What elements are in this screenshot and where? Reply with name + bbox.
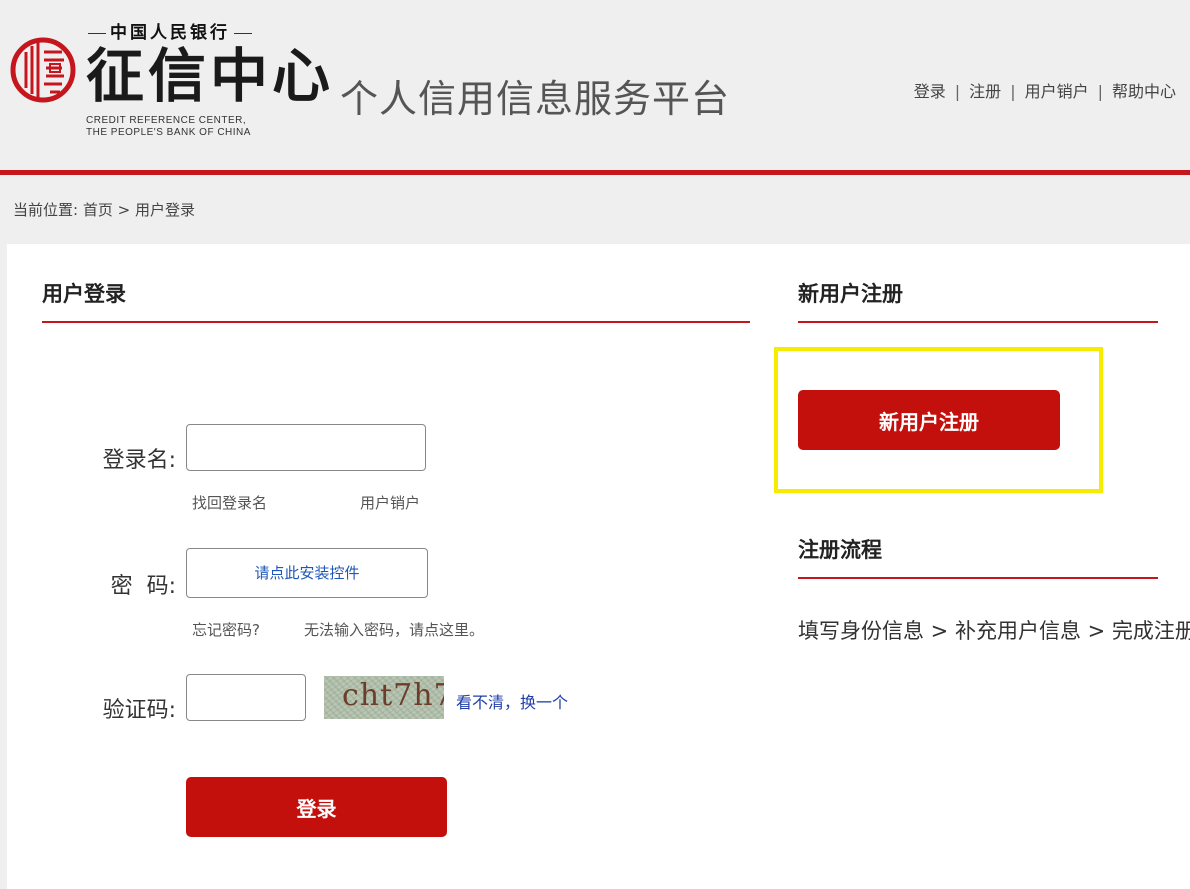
password-label: 密 码: bbox=[110, 574, 176, 599]
new-user-register-button[interactable]: 新用户注册 bbox=[798, 390, 1060, 450]
logo-english-text: CREDIT REFERENCE CENTER, THE PEOPLE'S BA… bbox=[86, 115, 276, 139]
nav-separator: | bbox=[1097, 82, 1103, 101]
login-section-title: 用户登录 bbox=[42, 282, 126, 306]
logo-english-line1: CREDIT REFERENCE CENTER, bbox=[86, 115, 247, 126]
logo-english-line2: THE PEOPLE'S BANK OF CHINA bbox=[86, 127, 251, 138]
breadcrumb-home-link[interactable]: 首页 bbox=[83, 201, 113, 219]
username-label: 登录名: bbox=[102, 448, 176, 473]
login-button[interactable]: 登录 bbox=[186, 777, 447, 837]
breadcrumb: 当前位置: 首页 > 用户登录 bbox=[13, 199, 195, 220]
register-section-title: 新用户注册 bbox=[798, 282, 903, 306]
register-flow-steps: 填写身份信息 > 补充用户信息 > 完成注册 bbox=[798, 619, 1190, 643]
captcha-refresh-link[interactable]: 看不清，换一个 bbox=[456, 689, 568, 713]
nav-help-center-link[interactable]: 帮助中心 bbox=[1112, 82, 1176, 101]
top-nav: 登录 | 注册 | 用户销户 | 帮助中心 bbox=[914, 78, 1176, 102]
register-section-rule bbox=[798, 321, 1158, 323]
logo-top-text: 中国人民银行 bbox=[84, 18, 264, 44]
site-header: 中国人民银行 征信中心 CREDIT REFERENCE CENTER, THE… bbox=[0, 0, 1190, 170]
captcha-text: cht7h7 bbox=[342, 678, 444, 713]
register-flow-rule bbox=[798, 577, 1158, 579]
captcha-label: 验证码: bbox=[102, 698, 176, 723]
recover-username-link[interactable]: 找回登录名 bbox=[192, 492, 267, 513]
install-control-link[interactable]: 请点此安装控件 bbox=[187, 562, 427, 583]
register-flow-title: 注册流程 bbox=[798, 538, 882, 562]
login-section-rule bbox=[42, 321, 750, 323]
content-panel bbox=[7, 244, 1190, 889]
nav-cancel-account-link[interactable]: 用户销户 bbox=[1025, 82, 1089, 101]
captcha-input[interactable] bbox=[186, 674, 306, 721]
nav-separator: | bbox=[954, 82, 961, 101]
password-field[interactable]: 请点此安装控件 bbox=[186, 548, 428, 598]
logo-main-text: 征信中心 bbox=[86, 42, 335, 110]
cannot-input-password-link[interactable]: 无法输入密码，请点这里。 bbox=[304, 619, 484, 640]
platform-title: 个人信用信息服务平台 bbox=[340, 77, 731, 121]
nav-register-link[interactable]: 注册 bbox=[969, 82, 1001, 101]
forgot-password-link[interactable]: 忘记密码? bbox=[192, 619, 260, 640]
cancel-account-link[interactable]: 用户销户 bbox=[360, 492, 420, 513]
header-divider bbox=[0, 170, 1190, 175]
credit-center-logo-icon bbox=[10, 37, 76, 103]
breadcrumb-arrow: > bbox=[117, 201, 131, 219]
breadcrumb-prefix: 当前位置: bbox=[13, 201, 79, 219]
username-input[interactable] bbox=[186, 424, 426, 471]
captcha-image[interactable]: cht7h7 bbox=[324, 676, 444, 719]
breadcrumb-current: 用户登录 bbox=[135, 201, 196, 219]
nav-login-link[interactable]: 登录 bbox=[914, 82, 946, 101]
nav-separator: | bbox=[1010, 82, 1016, 101]
